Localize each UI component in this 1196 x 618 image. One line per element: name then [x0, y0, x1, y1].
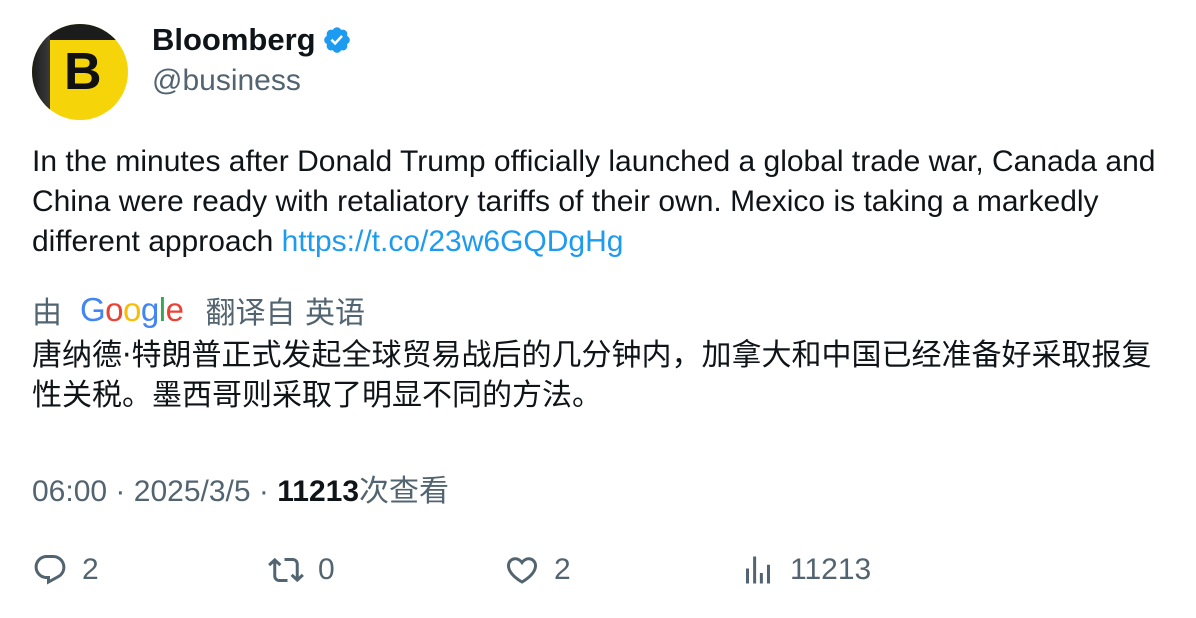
avatar-shade: [32, 24, 50, 120]
tweet-link[interactable]: https://t.co/23w6GQDgHg: [282, 225, 624, 258]
views-button[interactable]: 11213: [740, 552, 871, 588]
reply-icon: [34, 555, 66, 585]
retweet-button[interactable]: 0: [268, 552, 335, 588]
action-bar: 2 0 2 11213: [32, 552, 1172, 592]
tweet-meta: 06:00 · 2025/3/5 · 11213次查看: [32, 466, 449, 510]
author-name[interactable]: Bloomberg: [152, 22, 316, 58]
heart-icon: [506, 557, 538, 584]
tweet-date[interactable]: 2025/3/5: [134, 475, 251, 508]
google-logo-icon: Google: [80, 291, 184, 328]
retweet-icon: [268, 557, 304, 583]
analytics-icon: [746, 556, 770, 584]
author-handle[interactable]: @business: [152, 64, 301, 98]
verified-badge-icon: [323, 27, 350, 53]
reply-count: 2: [82, 553, 99, 586]
meta-separator: ·: [115, 475, 126, 508]
views-count: 11213: [277, 475, 360, 508]
avatar-letter: B: [64, 43, 102, 101]
author-avatar[interactable]: B: [32, 24, 128, 120]
author-name-row: Bloomberg: [152, 22, 352, 58]
like-button[interactable]: 2: [504, 552, 571, 588]
views-label: 次查看: [359, 474, 450, 509]
views-action-count: 11213: [790, 553, 872, 586]
translated-text: 唐纳德·特朗普正式发起全球贸易战后的几分钟内，加拿大和中国已经准备好采取报复性关…: [32, 338, 1152, 413]
tweet-time[interactable]: 06:00: [32, 475, 107, 508]
translation-label: 翻译自 英语: [205, 296, 365, 331]
translation-attribution[interactable]: 由 Google 翻译自 英语: [32, 288, 365, 332]
translation-prefix: 由: [32, 296, 62, 331]
retweet-count: 0: [318, 553, 335, 586]
reply-button[interactable]: 2: [32, 552, 99, 588]
tweet-text: In the minutes after Donald Trump offici…: [32, 142, 1162, 262]
meta-separator-2: ·: [258, 475, 269, 508]
like-count: 2: [554, 553, 571, 586]
